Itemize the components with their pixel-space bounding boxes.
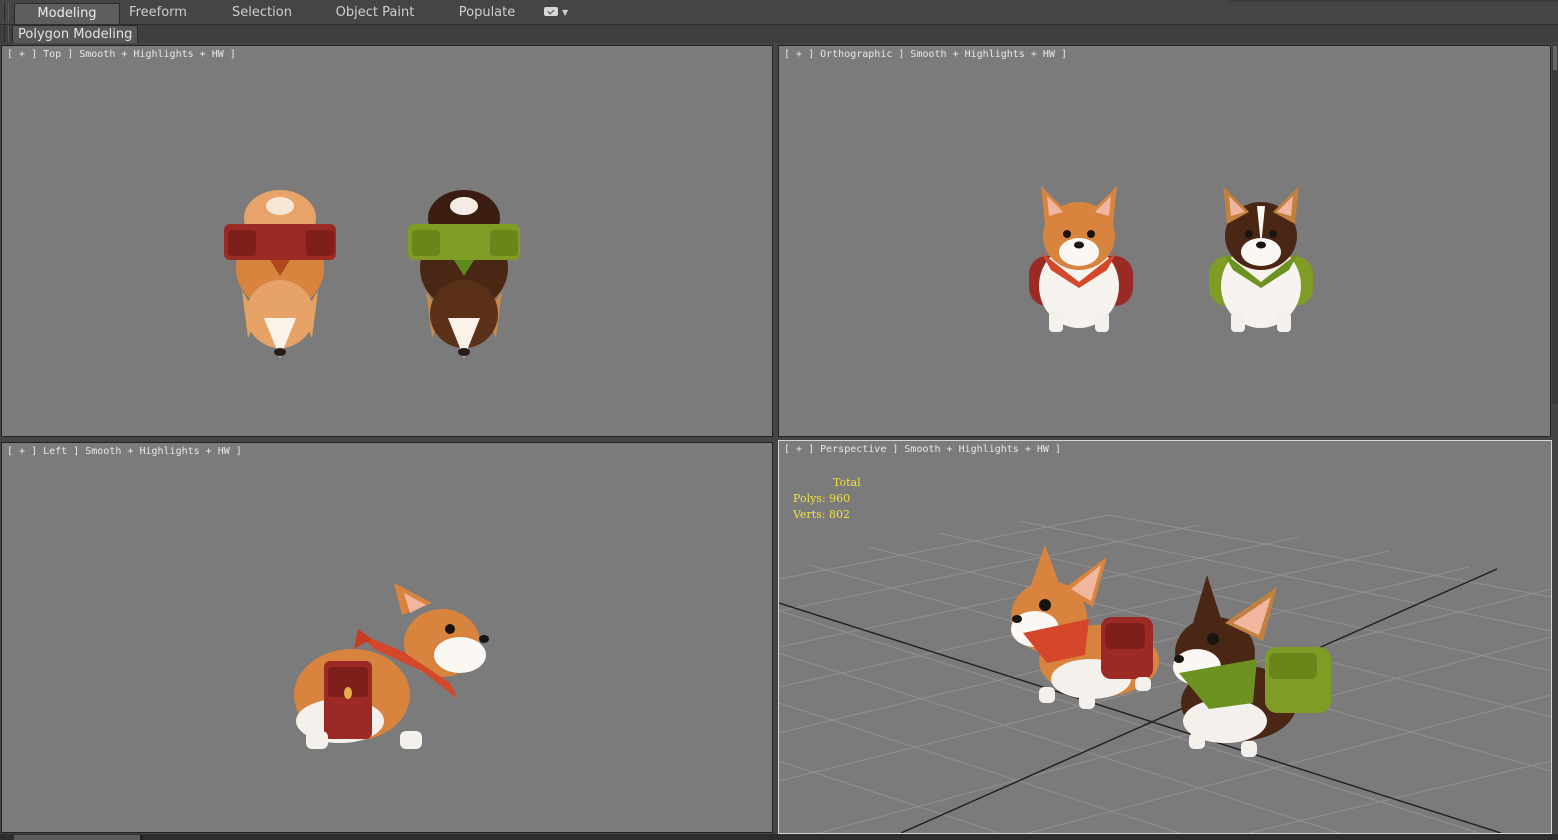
viewport-orthographic[interactable]: [ + ] Orthographic ] Smooth + Highlights… bbox=[778, 45, 1551, 437]
command-panel-scrollbar[interactable] bbox=[1552, 44, 1558, 404]
ribbon-panel: Polygon Modeling bbox=[0, 25, 1558, 43]
perspective-scene bbox=[779, 514, 1551, 833]
tab-modeling[interactable]: Modeling bbox=[14, 3, 120, 24]
top-view-scene bbox=[224, 190, 520, 358]
ribbon-tab-bar: Modeling Freeform Selection Object Paint… bbox=[0, 0, 1558, 25]
left-view-scene bbox=[294, 583, 489, 749]
display-toggle-icon[interactable] bbox=[544, 7, 558, 16]
corgi-tricolor-front bbox=[1209, 186, 1313, 332]
ribbon-grip[interactable] bbox=[4, 2, 9, 22]
chevron-down-icon[interactable]: ▼ bbox=[562, 8, 568, 17]
tab-populate[interactable]: Populate bbox=[452, 3, 522, 23]
tab-freeform[interactable]: Freeform bbox=[120, 3, 196, 23]
tab-selection[interactable]: Selection bbox=[224, 3, 300, 23]
corgi-orange-side bbox=[294, 583, 489, 749]
ribbon-panel-grip[interactable] bbox=[4, 26, 9, 42]
time-slider-handle[interactable] bbox=[14, 835, 143, 840]
ribbon-divider bbox=[1230, 0, 1558, 2]
tab-object-paint[interactable]: Object Paint bbox=[332, 3, 418, 23]
corgi-tricolor-top bbox=[408, 190, 520, 358]
home-grid bbox=[779, 514, 1551, 833]
viewport-top[interactable]: [ + ] Top ] Smooth + Highlights + HW ] bbox=[1, 45, 773, 437]
time-slider-bar[interactable] bbox=[0, 834, 1558, 840]
ortho-view-scene bbox=[1029, 186, 1313, 332]
viewport-left[interactable]: [ + ] Left ] Smooth + Highlights + HW ] bbox=[1, 442, 773, 833]
corgi-tricolor-perspective bbox=[1173, 575, 1331, 757]
viewport-perspective[interactable]: [ + ] Perspective ] Smooth + Highlights … bbox=[778, 440, 1552, 834]
corgi-orange-front bbox=[1029, 186, 1133, 332]
polygon-modeling-panel-label[interactable]: Polygon Modeling bbox=[12, 25, 139, 43]
corgi-orange-top bbox=[224, 190, 336, 358]
